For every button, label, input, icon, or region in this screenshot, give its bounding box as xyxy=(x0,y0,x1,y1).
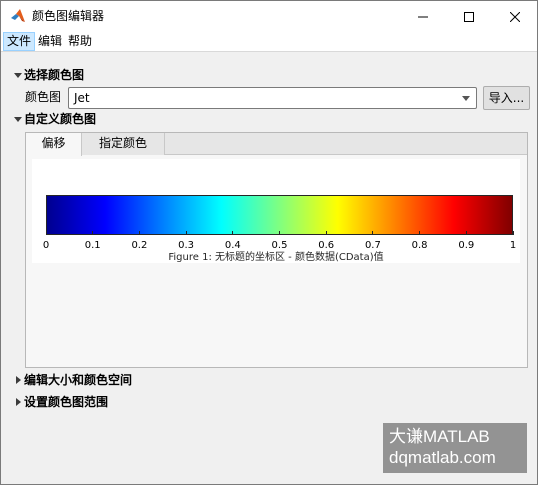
watermark-line2: dqmatlab.com xyxy=(389,448,496,467)
maximize-icon xyxy=(464,11,474,22)
colorbar-tick-label: 0.8 xyxy=(411,240,428,251)
colorbar-tick-label: 0 xyxy=(42,240,50,251)
section-select-colormap-label: 选择颜色图 xyxy=(24,68,85,82)
colorbar-tick-label: 0.5 xyxy=(271,240,288,251)
section-set-range[interactable]: 设置颜色图范围 xyxy=(13,394,108,410)
colorbar-tick-label: 0.1 xyxy=(84,240,101,251)
colormap-dropdown[interactable]: Jet xyxy=(68,87,477,109)
section-set-range-label: 设置颜色图范围 xyxy=(24,395,109,409)
colormap-dropdown-value: Jet xyxy=(74,91,90,105)
colormap-editor-window: 颜色图编辑器 文件 编辑 帮助 选择颜色图 颜色图 Jet 导入... 自定义颜… xyxy=(0,0,538,485)
colorbar-axes: 0 0.1 0.2 0.3 0.4 0.5 0.6 0.7 0.8 0.9 1 Figure 1: … xyxy=(32,159,520,263)
colorbar-tick xyxy=(279,231,280,235)
close-button[interactable] xyxy=(492,1,538,32)
import-button[interactable]: 导入... xyxy=(483,86,530,110)
menu-file[interactable]: 文件 xyxy=(3,32,36,51)
section-custom-colormap[interactable]: 自定义颜色图 xyxy=(13,111,96,127)
menu-bar: 文件 编辑 帮助 xyxy=(1,32,537,52)
watermark-line1: 大谦MATLAB xyxy=(389,427,490,446)
caret-down-icon xyxy=(13,111,23,127)
colorbar-tick xyxy=(419,231,421,235)
colorbar-tick-label: 0.4 xyxy=(224,240,241,251)
colorbar-tick xyxy=(45,231,47,235)
watermark: 大谦MATLAB dqmatlab.com xyxy=(383,423,527,473)
section-select-colormap[interactable]: 选择颜色图 xyxy=(13,67,84,83)
chevron-down-icon xyxy=(462,96,470,101)
colorbar-tick xyxy=(92,231,94,235)
colorbar-tick xyxy=(465,231,467,235)
window-title: 颜色图编辑器 xyxy=(32,9,105,23)
colorbar-tick-label: 0.7 xyxy=(364,240,381,251)
colorbar-tick-label: 0.6 xyxy=(318,240,335,251)
tab-strip: 偏移 指定颜色 xyxy=(26,133,527,156)
section-edit-size[interactable]: 编辑大小和颜色空间 xyxy=(13,372,132,388)
colorbar-tick xyxy=(512,231,514,235)
colorbar-tick-label: 0.2 xyxy=(131,240,148,251)
colorbar[interactable] xyxy=(46,195,513,235)
title-bar: 颜色图编辑器 xyxy=(1,1,537,32)
colorbar-tick-label: 0.3 xyxy=(178,240,195,251)
maximize-button[interactable] xyxy=(446,1,492,32)
minimize-icon xyxy=(418,16,428,17)
caret-right-icon xyxy=(13,372,23,388)
colorbar-tick-label: 0.9 xyxy=(458,240,475,251)
colorbar-tick xyxy=(325,231,327,235)
menu-help[interactable]: 帮助 xyxy=(65,32,95,51)
minimize-button[interactable] xyxy=(400,1,446,32)
colorbar-tick xyxy=(185,231,187,235)
section-custom-colormap-label: 自定义颜色图 xyxy=(24,112,97,126)
custom-colormap-tabpanel: 偏移 指定颜色 0 0.1 0.2 0.3 0.4 0.5 0.6 0.7 0.8 0.9 1 Fi… xyxy=(25,132,528,368)
colorbar-tick xyxy=(372,231,374,235)
colorbar-tick xyxy=(138,231,140,235)
section-edit-size-label: 编辑大小和颜色空间 xyxy=(24,373,133,387)
menu-edit[interactable]: 编辑 xyxy=(35,32,65,51)
axes-caption: Figure 1: 无标题的坐标区 - 颜色数据(CData)值 xyxy=(168,252,384,263)
colorbar-tick-label: 1 xyxy=(509,240,517,251)
matlab-logo-icon xyxy=(11,9,25,22)
colormap-label: 颜色图 xyxy=(25,90,62,104)
caret-right-icon xyxy=(13,394,23,410)
tab-specify-color[interactable]: 指定颜色 xyxy=(82,133,165,155)
close-icon xyxy=(510,11,520,22)
tab-offset[interactable]: 偏移 xyxy=(26,133,82,156)
colorbar-tick xyxy=(232,231,234,235)
caret-down-icon xyxy=(13,67,23,83)
